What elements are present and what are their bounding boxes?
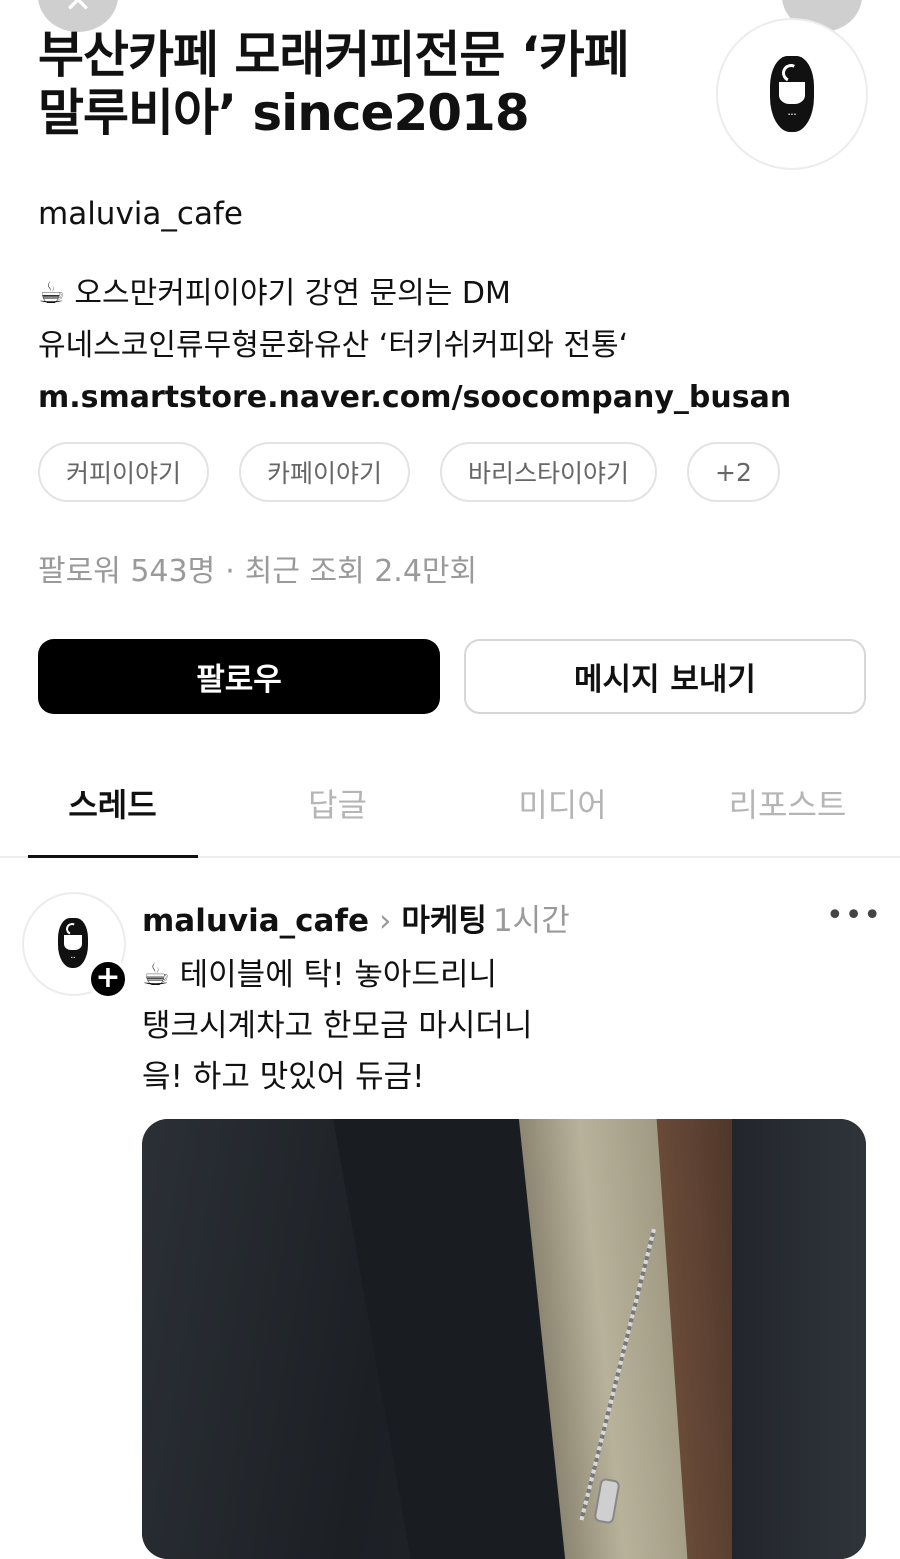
topic-tags: 커피이야기 카페이야기 바리스타이야기 +2 xyxy=(38,442,780,502)
profile-stats: 팔로워 543명 · 최근 조회 2.4만회 xyxy=(38,546,477,590)
tag-chip[interactable]: 바리스타이야기 xyxy=(440,442,658,502)
tag-chip[interactable]: 카페이야기 xyxy=(239,442,411,502)
profile-avatar[interactable]: ••• xyxy=(716,18,868,170)
recent-views: 최근 조회 2.4만회 xyxy=(244,554,478,589)
active-tab-indicator xyxy=(28,855,198,858)
more-tags-chip[interactable]: +2 xyxy=(687,442,780,502)
post-image[interactable] xyxy=(142,1119,866,1559)
profile-tabs: 스레드 답글 미디어 리포스트 xyxy=(0,760,900,858)
post-text-line: 탱크시계차고 한모금 마시더니 xyxy=(142,1008,533,1044)
stats-separator: · xyxy=(225,554,235,589)
post-text-line: 읔! 하고 맛있어 듀금! xyxy=(142,1059,425,1095)
followers-count[interactable]: 팔로워 543명 xyxy=(38,554,215,589)
follow-button[interactable]: 팔로우 xyxy=(38,639,440,714)
post-topic[interactable]: 마케팅 xyxy=(401,903,487,939)
tab-threads[interactable]: 스레드 xyxy=(0,780,225,826)
tag-chip[interactable]: 커피이야기 xyxy=(38,442,210,502)
profile-title: 부산카페 모래커피전문 ‘카페 말루비아’ since2018 xyxy=(38,26,698,142)
tab-replies[interactable]: 답글 xyxy=(225,780,450,826)
tab-reposts[interactable]: 리포스트 xyxy=(675,780,900,826)
profile-title-line1: 부산카페 모래커피전문 ‘카페 xyxy=(38,26,630,84)
close-icon: ✕ xyxy=(63,0,93,21)
post-time: 1시간 xyxy=(492,903,570,939)
post-text-line: ☕ 테이블에 탁! 놓아드리니 xyxy=(142,957,497,993)
bio-line: ☕ 오스만커피이야기 강연 문의는 DM xyxy=(38,276,511,311)
message-button[interactable]: 메시지 보내기 xyxy=(464,639,866,714)
coffee-cup-logo-icon: •• xyxy=(58,918,88,968)
profile-username: maluvia_cafe xyxy=(38,196,243,232)
tab-media[interactable]: 미디어 xyxy=(450,780,675,826)
chevron-right-icon: › xyxy=(378,903,392,939)
profile-bio: ☕ 오스만커피이야기 강연 문의는 DM 유네스코인류무형문화유산 ‘터키쉬커피… xyxy=(38,268,791,424)
post-text: ☕ 테이블에 탁! 놓아드리니 탱크시계차고 한모금 마시더니 읔! 하고 맛있… xyxy=(142,950,532,1103)
coffee-cup-logo-icon: ••• xyxy=(770,56,814,132)
more-icon[interactable]: ••• xyxy=(826,898,882,933)
post-header: maluvia_cafe › 마케팅 1시간 xyxy=(142,895,570,940)
follow-plus-badge[interactable]: + xyxy=(87,958,129,1000)
profile-link[interactable]: m.smartstore.naver.com/soocompany_busan xyxy=(38,372,791,424)
bio-line: 유네스코인류무형문화유산 ‘터키쉬커피와 전통‘ xyxy=(38,328,629,363)
profile-title-line2: 말루비아’ since2018 xyxy=(38,84,530,142)
post-username[interactable]: maluvia_cafe xyxy=(142,903,369,939)
